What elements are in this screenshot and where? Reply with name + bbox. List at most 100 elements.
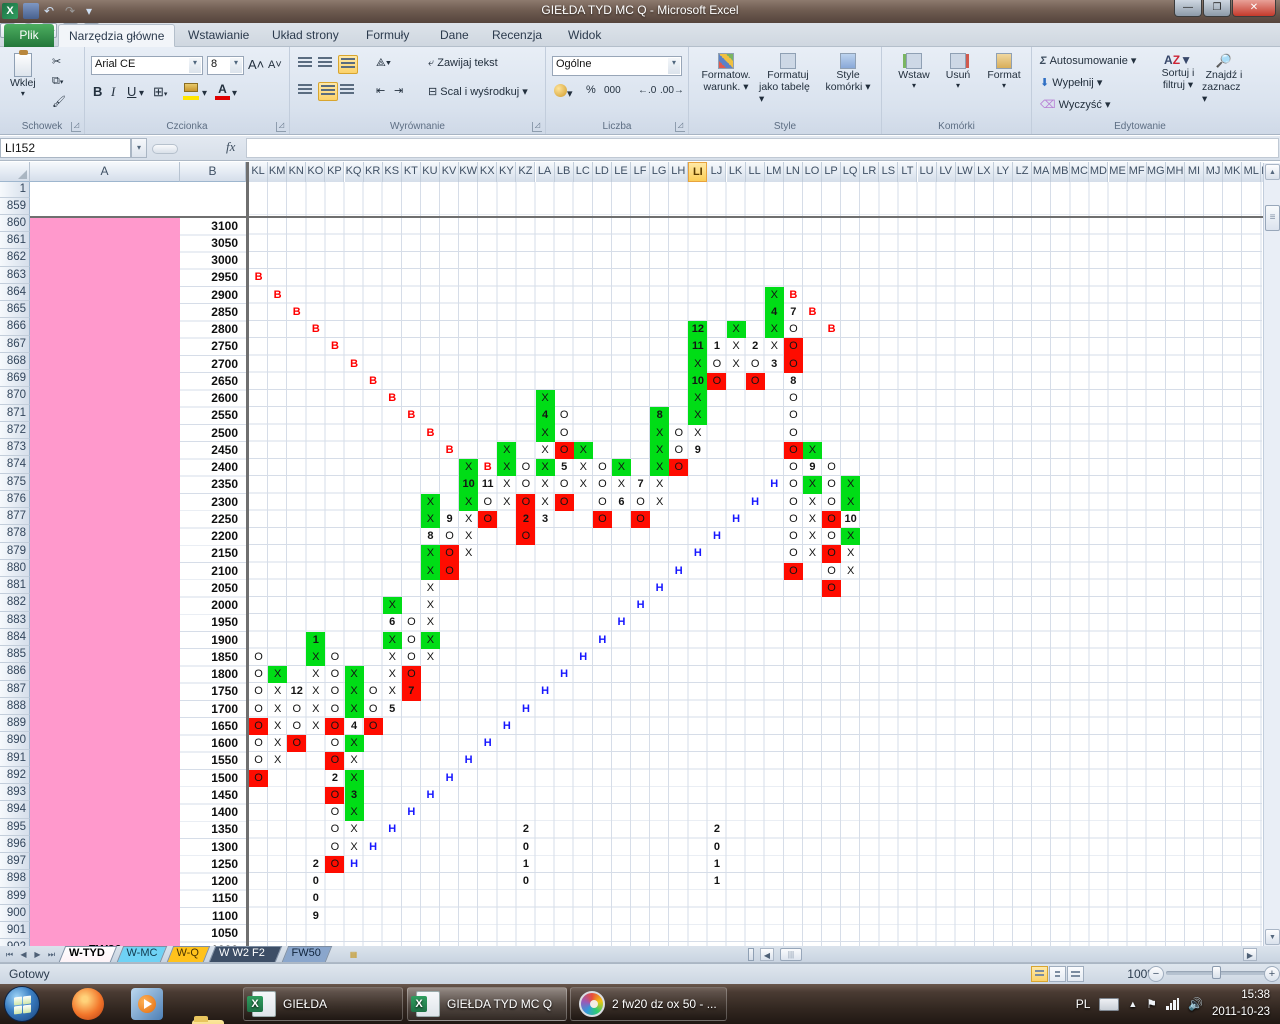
- cell-LA871[interactable]: X: [535, 424, 555, 442]
- taskbar-button-gielda[interactable]: GIEŁDA: [243, 987, 403, 1021]
- row-header-901[interactable]: 901: [0, 922, 30, 940]
- fill-color-icon[interactable]: [183, 83, 199, 100]
- cell-LK876[interactable]: H: [727, 511, 746, 528]
- cell-KU892[interactable]: H: [421, 787, 440, 804]
- cell-KN886[interactable]: 12: [287, 683, 306, 700]
- sheet-tab-label[interactable]: FW50: [292, 947, 321, 959]
- col-header-KP[interactable]: KP: [325, 162, 345, 182]
- cell-LN863[interactable]: B: [784, 287, 803, 304]
- price-1400[interactable]: 1400: [211, 804, 238, 821]
- row-header-874[interactable]: 874: [0, 456, 30, 474]
- font-name-combo[interactable]: Arial CE ▾: [91, 56, 203, 75]
- clipboard-dialog-launcher[interactable]: ◿: [71, 122, 81, 132]
- col-header-LG[interactable]: LG: [650, 162, 670, 182]
- col-header-KW[interactable]: KW: [459, 162, 479, 182]
- cell-KO885[interactable]: X: [306, 666, 325, 683]
- row-header-871[interactable]: 871: [0, 404, 30, 422]
- col-header-LN[interactable]: LN: [783, 162, 803, 182]
- cell-KL886[interactable]: O: [249, 683, 268, 700]
- col-header-KO[interactable]: KO: [306, 162, 326, 182]
- cell-KZ873[interactable]: O: [516, 459, 535, 476]
- cell-KU878[interactable]: X: [420, 545, 440, 563]
- cell-KL887[interactable]: O: [249, 701, 268, 718]
- cell-LK865[interactable]: X: [726, 321, 746, 339]
- cell-LD883[interactable]: H: [593, 632, 612, 649]
- row-header-875[interactable]: 875: [0, 473, 30, 491]
- tab-page-layout[interactable]: Układ strony: [262, 24, 349, 47]
- cell-KV876[interactable]: 9: [440, 511, 459, 528]
- price-2000[interactable]: 2000: [211, 597, 238, 614]
- col-header-LK[interactable]: LK: [726, 162, 746, 182]
- col-header-LW[interactable]: LW: [955, 162, 975, 182]
- cell-LN866[interactable]: O: [783, 338, 803, 356]
- cell-LH879[interactable]: H: [669, 563, 688, 580]
- cell-KP896[interactable]: O: [325, 855, 345, 873]
- cell-LN867[interactable]: O: [783, 355, 803, 373]
- row-header-860[interactable]: 860: [0, 214, 30, 232]
- shrink-font-icon[interactable]: A˅: [268, 59, 282, 71]
- paste-button[interactable]: Wklej ▾: [10, 50, 36, 98]
- col-header-KY[interactable]: KY: [497, 162, 517, 182]
- cell-KQ893[interactable]: X: [344, 804, 364, 822]
- cell-LJ867[interactable]: O: [707, 356, 726, 373]
- price-2950[interactable]: 2950: [211, 269, 238, 286]
- action-center-flag-icon[interactable]: ⚑: [1146, 997, 1157, 1011]
- last-sheet-icon[interactable]: ⏭: [45, 948, 58, 961]
- prev-sheet-icon[interactable]: ◀: [17, 948, 30, 961]
- number-format-combo[interactable]: Ogólne ▾: [552, 56, 682, 76]
- cell-LG873[interactable]: X: [650, 459, 670, 477]
- cell-KM890[interactable]: X: [268, 752, 287, 769]
- taskbar-button-gielda-tyd-mc-q[interactable]: GIEŁDA TYD MC Q: [407, 987, 567, 1021]
- horizontal-scroll-thumb[interactable]: |||: [780, 948, 802, 961]
- price-3050[interactable]: 3050: [211, 235, 238, 252]
- page-break-view-icon[interactable]: [1067, 966, 1084, 982]
- cell-LO878[interactable]: X: [803, 545, 822, 562]
- row-header-899[interactable]: 899: [0, 887, 30, 905]
- tab-data[interactable]: Dane: [430, 24, 479, 47]
- row-header-865[interactable]: 865: [0, 301, 30, 319]
- row-header-863[interactable]: 863: [0, 266, 30, 284]
- cell-KV872[interactable]: B: [440, 442, 459, 459]
- cell-KQ894[interactable]: X: [345, 821, 364, 838]
- cell-KU876[interactable]: X: [420, 510, 440, 528]
- cell-LH873[interactable]: O: [669, 459, 689, 477]
- cell-KP866[interactable]: B: [325, 338, 344, 355]
- cell-LA875[interactable]: X: [536, 494, 555, 511]
- price-1300[interactable]: 1300: [211, 839, 238, 856]
- cell-LI866[interactable]: 11: [688, 338, 708, 356]
- row-header-859[interactable]: 859: [0, 197, 30, 215]
- cell-LM863[interactable]: X: [764, 286, 784, 304]
- insert-cells-button[interactable]: Wstaw ▾: [894, 53, 934, 90]
- vertical-scroll-thumb[interactable]: [1265, 205, 1280, 231]
- col-header-KL[interactable]: KL: [249, 162, 269, 182]
- price-1700[interactable]: 1700: [211, 701, 238, 718]
- cell-KX873[interactable]: B: [478, 459, 497, 476]
- cell-KU877[interactable]: 8: [421, 528, 440, 545]
- normal-view-icon[interactable]: [1031, 966, 1048, 982]
- cell-LO874[interactable]: X: [802, 476, 822, 494]
- col-header-KV[interactable]: KV: [440, 162, 460, 182]
- hscroll-left-icon[interactable]: ◀: [760, 948, 774, 961]
- row-header-885[interactable]: 885: [0, 646, 30, 664]
- price-1150[interactable]: 1150: [212, 890, 238, 907]
- cell-LA886[interactable]: H: [536, 683, 555, 700]
- cell-LC884[interactable]: H: [574, 649, 593, 666]
- cell-KL884[interactable]: O: [249, 649, 268, 666]
- cell-LB885[interactable]: H: [555, 666, 574, 683]
- cell-LB875[interactable]: O: [554, 493, 574, 511]
- row-header-879[interactable]: 879: [0, 542, 30, 560]
- cell-LI878[interactable]: H: [688, 545, 707, 562]
- cell-LG872[interactable]: X: [650, 441, 670, 459]
- col-header-KU[interactable]: KU: [420, 162, 440, 182]
- cell-LJ897[interactable]: 1: [707, 873, 726, 890]
- name-box-arrow-icon[interactable]: ▾: [131, 138, 147, 158]
- borders-icon[interactable]: ⊞▾: [153, 84, 167, 100]
- col-header-LS[interactable]: LS: [879, 162, 899, 182]
- clock[interactable]: 15:38 2011-10-23: [1212, 987, 1270, 1020]
- price-1550[interactable]: 1550: [211, 752, 238, 769]
- row-header-897[interactable]: 897: [0, 853, 30, 871]
- cell-KY873[interactable]: X: [497, 459, 517, 477]
- cell-LQ878[interactable]: X: [841, 545, 860, 562]
- sort-filter-button[interactable]: AZ▼ Sortuj i filtruj ▾: [1156, 53, 1200, 91]
- cell-KZ876[interactable]: 2: [516, 510, 536, 528]
